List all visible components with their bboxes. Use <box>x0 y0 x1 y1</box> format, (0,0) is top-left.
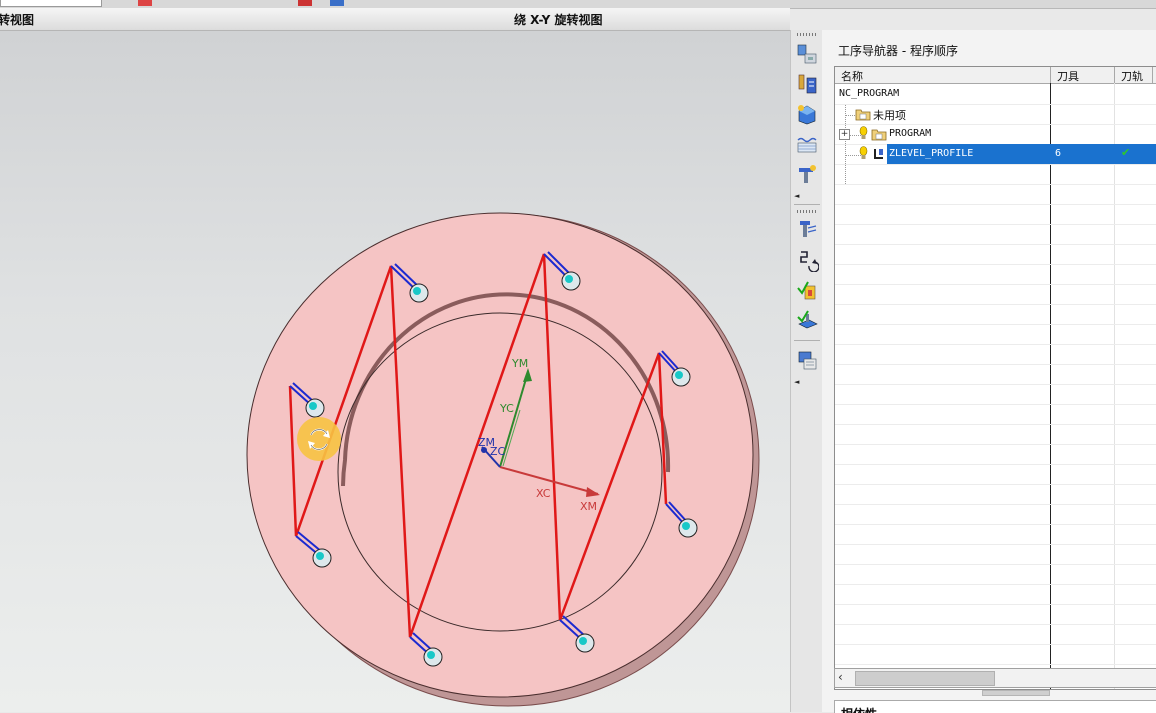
lightbulb-icon <box>859 146 868 159</box>
dependencies-panel[interactable]: 相依性 <box>834 700 1156 713</box>
ym-label: YM <box>511 357 528 370</box>
row-name: PROGRAM <box>889 128 932 139</box>
folder-icon <box>855 109 871 121</box>
toolbar-separator-2 <box>794 340 820 341</box>
toolbar-grip[interactable] <box>797 33 817 36</box>
rotate-cursor-icon <box>297 417 341 461</box>
row-tool: 6 <box>1055 148 1062 159</box>
zlevel-operation-icon <box>872 147 886 161</box>
empty-row <box>835 224 1156 245</box>
roles-icon[interactable] <box>795 132 819 156</box>
empty-row <box>835 504 1156 525</box>
tree-row-nc-program[interactable]: NC_PROGRAM <box>835 84 1156 105</box>
empty-row <box>835 484 1156 505</box>
collapse-arrow-icon-2[interactable]: ◄ <box>794 378 799 386</box>
empty-row <box>835 204 1156 225</box>
empty-row <box>835 284 1156 305</box>
tree-row-zlevel-profile[interactable]: ZLEVEL_PROFILE 6 ✔ <box>835 144 1156 165</box>
tree-header: 名称 刀具 刀轨 <box>835 67 1156 84</box>
resource-bar: ◄ ◄ <box>790 30 824 712</box>
row-name: ZLEVEL_PROFILE <box>889 148 974 159</box>
row-name: 未用项 <box>873 109 906 122</box>
column-header-name[interactable]: 名称 <box>841 68 863 84</box>
left-view-title: 旋转视图 <box>0 13 35 27</box>
xm-label: XM <box>580 500 597 513</box>
empty-row <box>835 264 1156 285</box>
tree-row-unused-items[interactable]: 未用项 <box>835 104 1156 125</box>
column-header-tool[interactable]: 刀具 <box>1057 68 1079 84</box>
simulate-icon[interactable] <box>795 308 819 332</box>
empty-row <box>835 644 1156 665</box>
empty-row <box>835 444 1156 465</box>
empty-row <box>835 544 1156 565</box>
operation-icon[interactable] <box>795 218 819 242</box>
lightbulb-icon <box>859 126 868 139</box>
zc-label: ZC <box>490 445 506 458</box>
navigator-title: 工序导航器 - 程序顺序 <box>838 44 958 58</box>
toolbar-globe-icon[interactable] <box>330 0 344 6</box>
empty-row <box>835 244 1156 265</box>
horizontal-scrollbar[interactable]: ‹ <box>834 668 1156 688</box>
verify-icon[interactable] <box>795 278 819 302</box>
scroll-left-icon[interactable]: ‹ <box>838 670 843 684</box>
graphics-viewport[interactable]: YM YC ZM ZC XC XM <box>0 31 790 712</box>
scrollbar-thumb[interactable] <box>855 671 995 686</box>
empty-row <box>835 584 1156 605</box>
row-path-status-icon: ✔ <box>1121 146 1131 159</box>
tree-row-program[interactable]: + PROGRAM <box>835 124 1156 145</box>
xc-label: XC <box>536 487 551 500</box>
program-folder-icon <box>871 129 887 141</box>
panel-splitter[interactable] <box>982 690 1050 696</box>
reorder-icon[interactable] <box>795 248 819 272</box>
part-navigator-icon[interactable] <box>795 102 819 126</box>
toolbar-grip-2[interactable] <box>797 210 817 213</box>
empty-row <box>835 384 1156 405</box>
navigator-tree[interactable]: 名称 刀具 刀轨 NC_PROGRAM 未用项 + PROGRAM ZLEVEL… <box>834 66 1156 690</box>
toolbar-separator <box>794 204 820 205</box>
machine-tool-icon[interactable] <box>795 42 819 66</box>
rotate-view-title: 绕 X-Y 旋转视图 <box>514 13 603 27</box>
toolbar-undo-icon[interactable] <box>298 0 312 6</box>
toolbar-red-icon[interactable] <box>138 0 152 6</box>
empty-row <box>835 164 1156 185</box>
empty-row <box>835 344 1156 365</box>
column-header-path[interactable]: 刀轨 <box>1121 68 1143 84</box>
empty-row <box>835 624 1156 645</box>
yc-label: YC <box>499 402 514 415</box>
empty-row <box>835 404 1156 425</box>
empty-row <box>835 464 1156 485</box>
operation-navigator: 工序导航器 - 程序顺序 名称 刀具 刀轨 NC_PROGRAM 未用项 + P… <box>822 30 1156 713</box>
empty-row <box>835 364 1156 385</box>
empty-row <box>835 324 1156 345</box>
empty-row <box>835 524 1156 545</box>
shop-doc-icon[interactable] <box>795 348 819 372</box>
collapse-arrow-icon[interactable]: ◄ <box>794 192 799 200</box>
graphics-title-bar: 旋转视图 绕 X-Y 旋转视图 <box>0 8 790 31</box>
empty-row <box>835 184 1156 205</box>
empty-row <box>835 304 1156 325</box>
row-name: NC_PROGRAM <box>839 88 900 99</box>
graphics-canvas[interactable]: YM YC ZM ZC XC XM <box>0 31 790 712</box>
empty-row <box>835 564 1156 585</box>
history-icon[interactable] <box>795 162 819 186</box>
empty-row <box>835 604 1156 625</box>
expand-toggle[interactable]: + <box>839 129 850 140</box>
tool-navigator-icon[interactable] <box>795 72 819 96</box>
toolbar-dropdown[interactable] <box>0 0 102 7</box>
empty-row <box>835 424 1156 445</box>
